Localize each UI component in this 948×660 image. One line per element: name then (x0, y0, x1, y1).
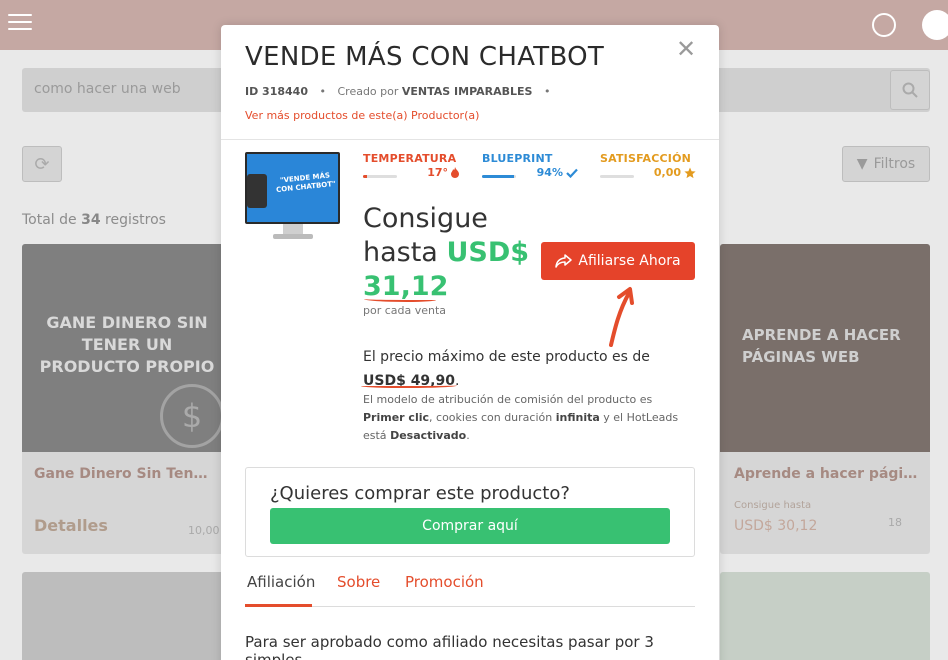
hotleads-status: Desactivado (390, 429, 467, 442)
check-icon (566, 168, 578, 178)
flame-icon (451, 167, 459, 178)
satisfaction-value: 0,00 (653, 166, 681, 179)
temperature-label: TEMPERATURA (363, 152, 457, 165)
search-icon (902, 82, 918, 98)
divider (221, 139, 719, 140)
affiliate-button-label: Afiliarse Ahora (578, 253, 681, 269)
user-icon[interactable] (872, 13, 896, 37)
per-sale-label: por cada venta (363, 304, 447, 317)
product-card-image: APRENDE A HACER PÁGINAS WEB (720, 244, 930, 452)
affiliate-button[interactable]: Afiliarse Ahora (541, 242, 695, 280)
separator-dot: • (543, 85, 551, 98)
filter-button[interactable]: ▼ Filtros (842, 146, 930, 182)
product-card[interactable]: GANE DINERO SIN TENER UN PRODUCTO PROPIO… (22, 244, 230, 554)
tab-sobre[interactable]: Sobre (337, 573, 380, 607)
product-modal: VENDE MÁS CON CHATBOT ✕ ID 318440 • Crea… (221, 25, 719, 660)
star-icon (684, 167, 696, 178)
annotation-underline (361, 383, 457, 388)
search-input[interactable]: como hacer una web (34, 81, 181, 97)
filter-label: Filtros (873, 156, 916, 172)
card-meta: 18 (888, 516, 902, 529)
satisfaction-label: SATISFACCIÓN (600, 152, 692, 165)
phone-image (247, 174, 267, 208)
product-id: ID 318440 (245, 85, 308, 98)
creator-name: VENTAS IMPARABLES (401, 85, 533, 98)
product-card[interactable] (22, 572, 230, 660)
satisfaction-metric: SATISFACCIÓN 0,00 (600, 152, 696, 182)
share-icon (555, 254, 573, 268)
card-image-text: APRENDE A HACER PÁGINAS WEB (742, 326, 901, 366)
commission-currency: USD$ (446, 237, 530, 268)
more-products-link[interactable]: Ver más productos de este(a) Productor(a… (245, 109, 479, 122)
filter-icon: ▼ (856, 156, 868, 172)
product-card[interactable] (720, 572, 930, 660)
commission-prefix-2: hasta (363, 237, 438, 268)
card-title[interactable]: Gane Dinero Sin Tener... (34, 466, 214, 482)
card-title[interactable]: Aprende a hacer págin... (734, 466, 922, 482)
card-price: USD$ 30,12 (734, 518, 818, 534)
buy-question: ¿Quieres comprar este producto? (270, 483, 570, 504)
product-card-image: GANE DINERO SIN TENER UN PRODUCTO PROPIO… (22, 244, 230, 452)
temperature-metric: TEMPERATURA 17° (363, 152, 459, 182)
buy-button[interactable]: Comprar aquí (270, 508, 670, 544)
commission-headline: Consigue hasta USD$ 31,12 (363, 202, 533, 304)
total-suffix: registros (105, 212, 166, 228)
attribution-model-text: El modelo de atribución de comisión del … (363, 391, 693, 445)
menu-icon[interactable] (8, 14, 32, 32)
attribution-model: Primer clic (363, 411, 430, 424)
satisfaction-bar (600, 175, 634, 178)
temperature-bar (363, 175, 397, 178)
blueprint-label: BLUEPRINT (482, 152, 553, 165)
dollar-coin-icon: $ (160, 384, 224, 448)
max-price-text: El precio máximo de este producto es de (363, 349, 650, 365)
tab-afiliacion[interactable]: Afiliación (245, 573, 315, 607)
buy-box: ¿Quieres comprar este producto? Comprar … (245, 467, 695, 557)
annotation-arrow (609, 287, 634, 347)
modal-title: VENDE MÁS CON CHATBOT (245, 42, 605, 72)
product-card[interactable]: APRENDE A HACER PÁGINAS WEB Aprende a ha… (720, 244, 930, 554)
separator-dot: • (319, 85, 326, 98)
refresh-icon: ⟳ (34, 153, 50, 175)
created-by-label: Creado por (337, 85, 399, 98)
model-text-part: El modelo de atribución de comisión del … (363, 393, 653, 406)
avatar[interactable] (922, 10, 948, 40)
cookie-duration: infinita (555, 411, 600, 424)
temperature-value: 17° (427, 166, 448, 179)
commission-prefix: Consigue (363, 203, 488, 234)
refresh-button[interactable]: ⟳ (22, 146, 62, 182)
model-text-part: . (466, 429, 470, 442)
total-count: 34 (81, 212, 101, 228)
total-records: Total de 34 registros (22, 212, 166, 228)
product-meta: ID 318440 • Creado por VENTAS IMPARABLES… (245, 85, 558, 98)
monitor-stand (283, 224, 303, 234)
blueprint-metric: BLUEPRINT 94% (482, 152, 578, 182)
blueprint-bar (482, 175, 516, 178)
card-subtitle: Consigue hasta (734, 500, 812, 511)
total-prefix: Total de (22, 212, 77, 228)
card-image-text: GANE DINERO SIN TENER UN PRODUCTO PROPIO (39, 313, 215, 376)
modal-tabs: Afiliación Sobre Promoción (245, 565, 695, 607)
product-image: "VENDE MÁS CON CHATBOT" (245, 152, 340, 247)
product-image-text: "VENDE MÁS CON CHATBOT" (275, 171, 337, 195)
blueprint-value: 94% (536, 166, 563, 179)
search-button[interactable] (890, 70, 930, 110)
details-link[interactable]: Detalles (34, 516, 108, 535)
monitor-base (273, 234, 313, 239)
model-text-part: , cookies con duración (429, 411, 556, 424)
card-meta: 10,00 (188, 524, 220, 537)
close-icon[interactable]: ✕ (676, 35, 696, 63)
tab-promocion[interactable]: Promoción (405, 573, 484, 607)
tab-content-text: Para ser aprobado como afiliado necesita… (245, 633, 654, 660)
